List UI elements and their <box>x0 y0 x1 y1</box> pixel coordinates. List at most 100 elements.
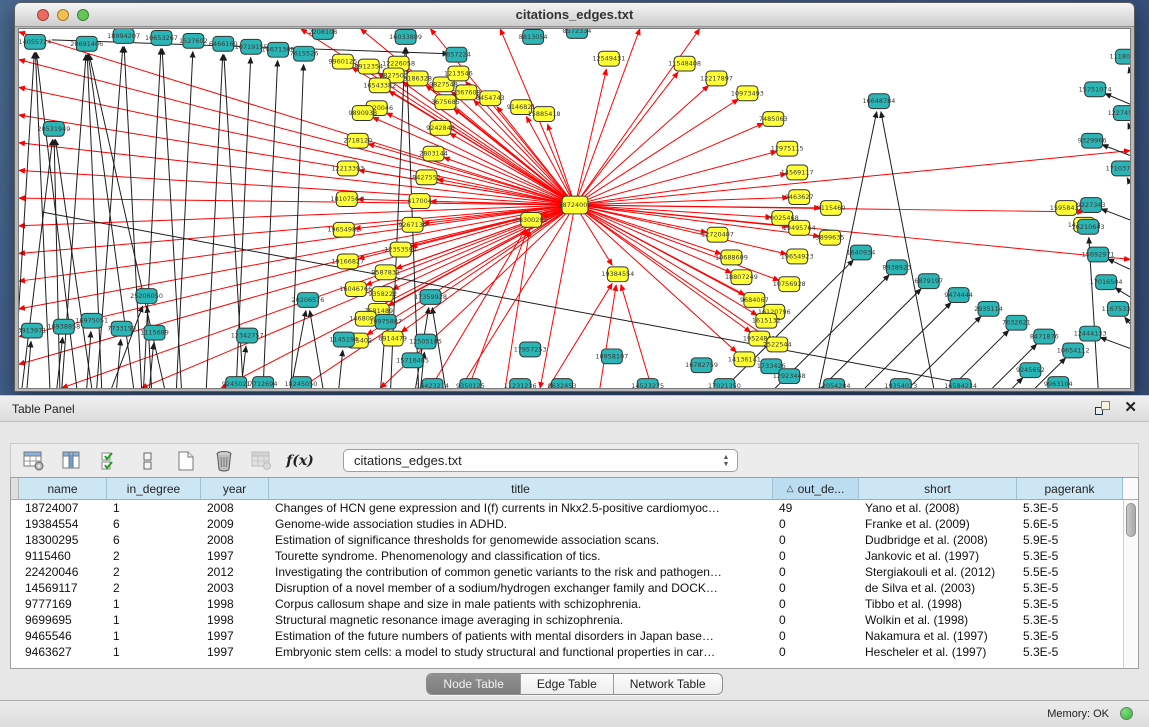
cell-pagerank[interactable]: 5.9E-5 <box>1017 533 1123 547</box>
citation-edge-red[interactable] <box>621 285 652 388</box>
column-header-title[interactable]: title <box>269 478 773 499</box>
graph-node[interactable]: 1213546 <box>444 66 473 81</box>
citation-edge-black[interactable] <box>310 311 323 388</box>
graph-node[interactable]: 11231236 <box>504 379 537 388</box>
cell-short[interactable]: Jankovic et al. (1997) <box>859 549 1017 563</box>
citation-edge-red[interactable] <box>450 133 575 205</box>
cell-pagerank[interactable]: 5.5E-5 <box>1017 565 1123 579</box>
cell-out-degree[interactable]: 0 <box>773 517 859 531</box>
hub-node[interactable]: 18724007 <box>559 196 592 214</box>
cell-in-degree[interactable]: 6 <box>107 533 201 547</box>
cell-title[interactable]: Disruption of a novel member of a sodium… <box>269 581 773 595</box>
graph-node[interactable]: 2803144 <box>419 146 448 161</box>
graph-node[interactable]: 7615526 <box>290 46 319 61</box>
cell-pagerank[interactable]: 5.3E-5 <box>1017 549 1123 563</box>
graph-node[interactable]: 18107564 <box>330 192 363 207</box>
cell-year[interactable]: 1997 <box>201 629 269 643</box>
cell-short[interactable]: Dudbridge et al. (2008) <box>859 533 1017 547</box>
graph-node[interactable]: 6914479 <box>378 331 407 346</box>
cell-short[interactable]: Hescheler et al. (1997) <box>859 645 1017 659</box>
graph-node[interactable]: 16584234 <box>944 379 977 388</box>
graph-node[interactable]: 1527602 <box>179 33 208 48</box>
graph-node[interactable]: 7733159 <box>107 321 136 336</box>
graph-node[interactable]: 9358222 <box>368 287 397 302</box>
cell-short[interactable]: Nakamura et al. (1997) <box>859 629 1017 643</box>
table-mode-icon[interactable] <box>21 448 47 474</box>
cell-out-degree[interactable]: 0 <box>773 549 859 563</box>
cell-name[interactable]: 18724007 <box>19 501 107 515</box>
graph-node[interactable]: 8632453 <box>548 379 577 388</box>
citation-edge-red[interactable] <box>19 198 575 205</box>
graph-node[interactable]: 16033809 <box>389 29 422 44</box>
citation-edge-red[interactable] <box>373 117 575 205</box>
cell-pagerank[interactable]: 5.3E-5 <box>1017 645 1123 659</box>
graph-node[interactable]: 18245050 <box>285 377 318 388</box>
citation-edge-black[interactable] <box>1108 259 1130 269</box>
graph-node[interactable]: 9329966 <box>1078 133 1107 148</box>
cell-name[interactable]: 9463627 <box>19 645 107 659</box>
cell-out-degree[interactable]: 0 <box>773 597 859 611</box>
graph-node[interactable]: 9350125 <box>456 379 485 388</box>
graph-node[interactable]: 9474444 <box>944 288 973 303</box>
graph-node[interactable]: 9963104 <box>1044 377 1073 388</box>
cell-title[interactable]: Estimation of the future numbers of pati… <box>269 629 773 643</box>
graph-node[interactable]: 2935114 <box>974 301 1003 316</box>
cell-pagerank[interactable]: 5.3E-5 <box>1017 613 1123 627</box>
graph-node[interactable]: 9115460 <box>817 201 846 216</box>
graph-node[interactable]: 9890938 <box>348 106 377 121</box>
cell-short[interactable]: de Silva et al. (2003) <box>859 581 1017 595</box>
citation-edge-black[interactable] <box>1115 288 1130 297</box>
table-scrollbar[interactable] <box>1123 500 1138 668</box>
column-header-in-degree[interactable]: in_degree <box>107 478 201 499</box>
cell-out-degree[interactable]: 0 <box>773 565 859 579</box>
graph-node[interactable]: 11548408 <box>668 56 701 71</box>
cell-in-degree[interactable]: 1 <box>107 613 201 627</box>
close-panel-icon[interactable]: ✕ <box>1124 401 1137 415</box>
cell-name[interactable]: 9777169 <box>19 597 107 611</box>
cell-short[interactable]: Franke et al. (2009) <box>859 517 1017 531</box>
graph-node[interactable]: 14523275 <box>631 379 664 388</box>
cell-short[interactable]: Yano et al. (2008) <box>859 501 1017 515</box>
citation-edge-black[interactable] <box>1105 94 1130 105</box>
cell-pagerank[interactable]: 5.3E-5 <box>1017 629 1123 643</box>
graph-node[interactable]: 8427552 <box>412 170 441 185</box>
graph-node[interactable]: 8572334 <box>563 29 592 38</box>
citation-edge-black[interactable] <box>1101 209 1130 220</box>
cell-title[interactable]: Tourette syndrome. Phenomenology and cla… <box>269 549 773 563</box>
cell-short[interactable]: Wolkin et al. (1998) <box>859 613 1017 627</box>
cell-in-degree[interactable]: 1 <box>107 629 201 643</box>
tab-network-table[interactable]: Network Table <box>614 674 722 694</box>
graph-node[interactable]: 12217897 <box>700 71 733 86</box>
function-builder-icon[interactable]: f(x) <box>287 448 313 474</box>
cell-in-degree[interactable]: 1 <box>107 501 201 515</box>
graph-node[interactable]: 9242848 <box>426 120 455 135</box>
citation-edge-black[interactable] <box>1102 145 1130 156</box>
window-titlebar[interactable]: citations_edges.txt <box>15 3 1134 27</box>
cell-year[interactable]: 1998 <box>201 613 269 627</box>
citation-edge-black[interactable] <box>909 317 981 388</box>
cell-out-degree[interactable]: 0 <box>773 645 859 659</box>
graph-node[interactable]: 11180542 <box>1110 49 1130 64</box>
graph-node[interactable]: 9684067 <box>740 293 769 308</box>
cell-name[interactable]: 18300295 <box>19 533 107 547</box>
graph-node[interactable]: 10756928 <box>773 277 806 292</box>
table-row[interactable]: 1872400712008Changes of HCN gene express… <box>11 500 1138 516</box>
graph-node[interactable]: 6466160 <box>209 36 238 51</box>
cell-name[interactable]: 9115460 <box>19 549 107 563</box>
graph-node[interactable]: 417004 <box>407 194 432 209</box>
graph-node[interactable]: 10688609 <box>715 250 748 265</box>
citation-edge-red[interactable] <box>575 151 1130 205</box>
cell-in-degree[interactable]: 2 <box>107 581 201 595</box>
citation-network-graph[interactable]: 1405572420691406189942071065326715276026… <box>19 29 1130 388</box>
graph-node[interactable]: 9267130 <box>398 217 427 232</box>
graph-node[interactable]: 11675338 <box>1102 301 1130 316</box>
cell-name[interactable]: 9699695 <box>19 613 107 627</box>
graph-node[interactable]: 9587831 <box>371 265 400 280</box>
graph-node[interactable]: 1145194 <box>329 332 358 347</box>
graph-node[interactable]: 6879197 <box>914 274 943 289</box>
graph-node[interactable]: 1115689 <box>140 325 169 340</box>
network-canvas[interactable]: 1405572420691406189942071065326715276026… <box>18 28 1131 389</box>
cell-in-degree[interactable]: 1 <box>107 645 201 659</box>
citation-edge-red[interactable] <box>575 205 787 254</box>
cell-title[interactable]: Embryonic stem cells: a model to study s… <box>269 645 773 659</box>
